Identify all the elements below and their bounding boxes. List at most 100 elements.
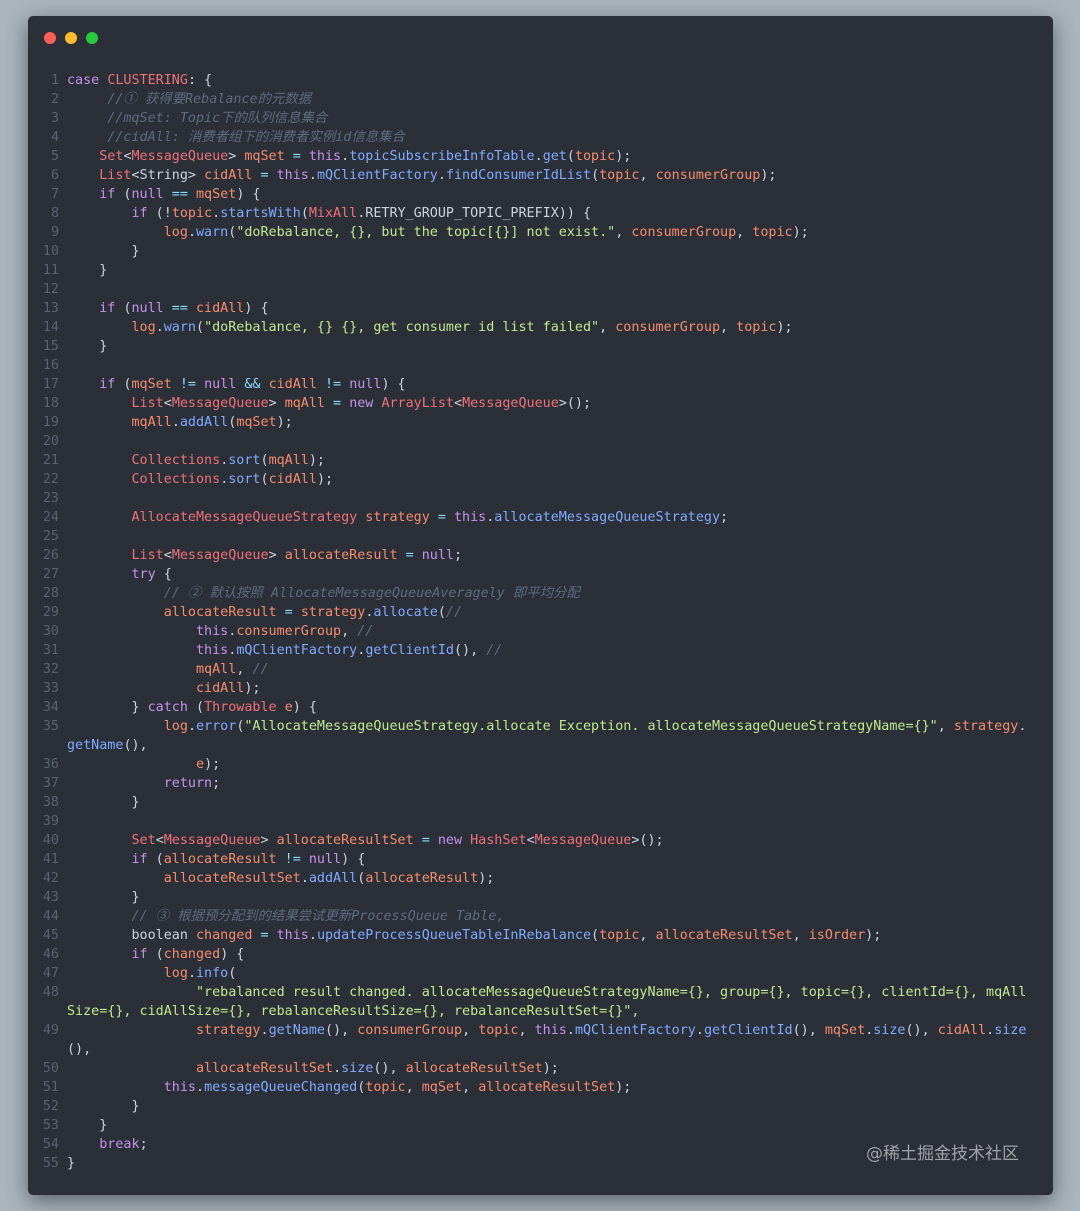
code-text: if (null == cidAll) {	[67, 299, 1027, 318]
close-button-icon[interactable]	[44, 32, 56, 44]
code-text: this.consumerGroup, //	[67, 622, 1027, 641]
code-token: List	[131, 396, 164, 411]
code-token: .	[300, 871, 309, 886]
code-token: >();	[558, 396, 592, 411]
code-token: (),	[67, 1042, 92, 1057]
code-token: .	[187, 719, 196, 734]
code-line: 46 if (changed) {	[28, 945, 1053, 964]
code-token: allocateResultSet	[478, 1080, 616, 1095]
code-token: <	[123, 149, 132, 164]
code-block: 1 case CLUSTERING: {2 //① 获得要Rebalance的元数…	[28, 71, 1053, 1173]
code-line: 51 this.messageQueueChanged(topic, mqSet…	[28, 1078, 1053, 1097]
code-token: >	[260, 833, 277, 848]
code-token: (),	[325, 1023, 358, 1038]
line-number: 40	[42, 833, 59, 848]
line-number: 21	[42, 453, 59, 468]
code-token: mQClientFactory	[316, 168, 438, 183]
code-token: //	[486, 643, 503, 658]
code-token: MessageQueue	[171, 396, 269, 411]
code-token: cidAll	[268, 472, 317, 487]
code-token: mqSet	[236, 415, 277, 430]
code-token: mqSet	[421, 1080, 463, 1095]
line-number: 19	[42, 415, 59, 430]
code-token: "AllocateMessageQueueStrategy.allocate E…	[244, 719, 938, 734]
line-number: 37	[42, 776, 59, 791]
line-number: 1	[50, 73, 59, 88]
code-token: cidAll	[196, 681, 245, 696]
code-token: //① 获得要Rebalance的元数据	[67, 92, 312, 107]
code-line: 52 }	[28, 1097, 1053, 1116]
code-text: boolean changed = this.updateProcessQueu…	[67, 926, 1027, 945]
code-line: 47 log.info(	[28, 964, 1053, 983]
code-token: topic	[599, 928, 640, 943]
code-token: error	[196, 719, 237, 734]
code-token: ,	[639, 928, 656, 943]
code-text: }	[67, 888, 1027, 907]
code-token: consumerGroup	[631, 225, 737, 240]
code-token: =	[325, 396, 350, 411]
code-token: topic	[599, 168, 640, 183]
code-token: .	[341, 149, 350, 164]
zoom-button-icon[interactable]	[86, 32, 98, 44]
code-token: strategy	[196, 1023, 261, 1038]
code-token: Throwable	[204, 700, 277, 715]
line-number: 5	[50, 149, 59, 164]
code-text: // ② 默认按照 AllocateMessageQueueAveragely …	[67, 584, 1027, 603]
code-token: (	[115, 377, 132, 392]
code-line: 5 Set<MessageQueue> mqSet = this.topicSu…	[28, 147, 1053, 166]
code-token: ;	[139, 1137, 148, 1152]
code-token: ==	[163, 187, 196, 202]
code-token: mqAll	[131, 415, 172, 430]
line-number: 32	[42, 662, 59, 677]
code-token: topic	[365, 1080, 406, 1095]
code-token: .	[333, 1061, 342, 1076]
line-number: 25	[42, 529, 59, 544]
line-number: 41	[42, 852, 59, 867]
code-token: >	[228, 149, 245, 164]
code-text: List<MessageQueue> allocateResult = null…	[67, 546, 1027, 565]
line-number: 15	[42, 339, 59, 354]
code-line: 41 if (allocateResult != null) {	[28, 850, 1053, 869]
watermark: @稀土掘金技术社区	[866, 1144, 1019, 1164]
code-token: (	[260, 472, 269, 487]
code-token: allocateResult	[284, 548, 398, 563]
minimize-button-icon[interactable]	[65, 32, 77, 44]
code-text: if (changed) {	[67, 945, 1027, 964]
code-text: List<MessageQueue> mqAll = new ArrayList…	[67, 394, 1027, 413]
code-token: if	[99, 377, 116, 392]
line-number: 54	[42, 1137, 59, 1152]
code-line: 29 allocateResult = strategy.allocate(//	[28, 603, 1053, 622]
code-line: 10 }	[28, 242, 1053, 261]
code-token: (	[196, 320, 205, 335]
code-token: }	[67, 1156, 76, 1171]
code-text: log.warn("doRebalance, {}, but the topic…	[67, 223, 1027, 242]
code-token: try	[131, 567, 156, 582]
code-line: 49 strategy.getName(), consumerGroup, to…	[28, 1021, 1053, 1059]
code-token: this	[276, 928, 309, 943]
code-text: Set<MessageQueue> allocateResultSet = ne…	[67, 831, 1027, 850]
code-token: consumerGroup	[615, 320, 721, 335]
code-token: this	[163, 1080, 196, 1095]
code-token: AllocateMessageQueueStrategy	[131, 510, 358, 525]
code-token: ,	[736, 225, 753, 240]
code-token: consumerGroup	[236, 624, 342, 639]
line-number: 36	[42, 757, 59, 772]
code-text: strategy.getName(), consumerGroup, topic…	[67, 1021, 1027, 1059]
code-token: MixAll	[308, 206, 358, 221]
code-token: isOrder	[808, 928, 866, 943]
code-token: &&	[236, 377, 269, 392]
code-token: .	[308, 168, 317, 183]
code-token: (	[566, 149, 575, 164]
code-token: mqSet	[824, 1023, 866, 1038]
